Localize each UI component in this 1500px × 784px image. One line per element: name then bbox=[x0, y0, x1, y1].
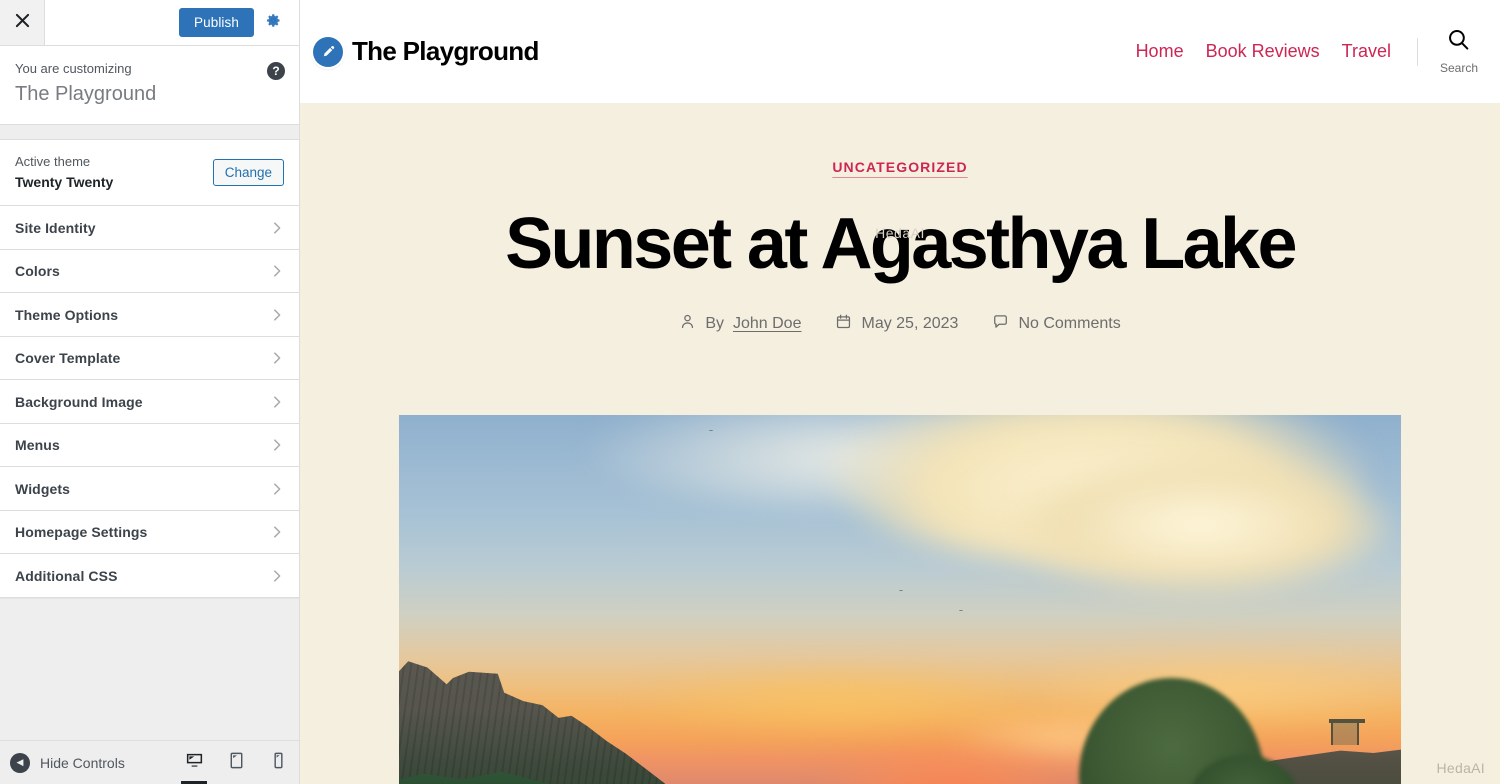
chevron-right-icon bbox=[270, 351, 284, 365]
post-author-link[interactable]: John Doe bbox=[733, 315, 802, 333]
tablet-icon bbox=[227, 751, 246, 775]
search-label: Search bbox=[1439, 61, 1478, 75]
active-theme-label: Active theme bbox=[15, 154, 91, 170]
sidebar-item-cover-template[interactable]: Cover Template bbox=[0, 336, 299, 381]
watermark-bottom: HedaAI bbox=[1436, 760, 1485, 776]
chevron-right-icon bbox=[270, 264, 284, 278]
panel-label: Colors bbox=[15, 263, 60, 280]
post-comments: No Comments bbox=[992, 313, 1121, 335]
cloud-shape bbox=[629, 665, 1049, 735]
chevron-right-icon bbox=[270, 569, 284, 583]
panel-label: Theme Options bbox=[15, 306, 119, 323]
hide-controls-label: Hide Controls bbox=[40, 754, 125, 771]
pencil-logo-icon bbox=[313, 36, 343, 67]
sidebar-item-homepage-settings[interactable]: Homepage Settings bbox=[0, 510, 299, 555]
nav-link-home[interactable]: Home bbox=[1136, 41, 1184, 62]
panel-label: Menus bbox=[15, 437, 60, 454]
close-icon bbox=[15, 13, 30, 33]
chevron-right-icon bbox=[270, 438, 284, 452]
chevron-right-icon bbox=[270, 525, 284, 539]
post-category-link[interactable]: UNCATEGORIZED bbox=[832, 159, 967, 175]
publish-group: Publish bbox=[179, 0, 299, 45]
panel-label: Widgets bbox=[15, 480, 71, 497]
calendar-icon bbox=[835, 313, 852, 335]
comment-icon bbox=[992, 313, 1009, 335]
watermark-top: HedaAI bbox=[875, 225, 925, 241]
chevron-right-icon bbox=[270, 395, 284, 409]
post-date: May 25, 2023 bbox=[835, 313, 958, 335]
customizer-panel-list: Site Identity Colors Theme Options Cover… bbox=[0, 206, 299, 598]
sidebar-item-widgets[interactable]: Widgets bbox=[0, 467, 299, 511]
chevron-right-icon bbox=[270, 482, 284, 496]
nav-divider bbox=[1416, 37, 1418, 66]
post-header: UNCATEGORIZED Sunset at Agasthya Lake By… bbox=[300, 103, 1500, 335]
sidebar-item-background-image[interactable]: Background Image bbox=[0, 380, 299, 424]
person-icon bbox=[679, 313, 696, 335]
mobile-icon bbox=[269, 751, 288, 775]
sidebar-item-site-identity[interactable]: Site Identity bbox=[0, 206, 299, 250]
post-date-text: May 25, 2023 bbox=[861, 314, 959, 332]
sidebar-item-additional-css[interactable]: Additional CSS bbox=[0, 554, 299, 598]
customizing-label: You are customizing bbox=[15, 61, 132, 76]
cloud-shape bbox=[1009, 455, 1389, 595]
page-title: Sunset at Agasthya Lake bbox=[505, 204, 1297, 284]
featured-image bbox=[399, 415, 1401, 784]
cloud-shape bbox=[829, 415, 1369, 565]
primary-navigation: Home Book Reviews Travel Search bbox=[1114, 28, 1478, 75]
customizing-site-title: The Playground bbox=[15, 83, 157, 106]
device-preview-group bbox=[173, 741, 299, 784]
stone-tower bbox=[1329, 719, 1365, 745]
site-preview: The Playground Home Book Reviews Travel … bbox=[300, 0, 1500, 784]
collapse-arrow-icon: ◀ bbox=[10, 752, 30, 773]
post-comments-text: No Comments bbox=[1018, 314, 1121, 332]
site-branding[interactable]: The Playground bbox=[313, 36, 539, 67]
nav-link-travel[interactable]: Travel bbox=[1342, 41, 1391, 62]
site-header: The Playground Home Book Reviews Travel … bbox=[300, 0, 1500, 103]
panel-label: Site Identity bbox=[15, 219, 96, 236]
panel-label: Background Image bbox=[15, 393, 143, 410]
customizer-settings-button[interactable] bbox=[259, 8, 288, 37]
help-icon[interactable]: ? bbox=[267, 62, 285, 80]
chevron-right-icon bbox=[270, 221, 284, 235]
sidebar-item-theme-options[interactable]: Theme Options bbox=[0, 293, 299, 337]
active-theme-name: Twenty Twenty bbox=[15, 174, 114, 191]
cloud-shape bbox=[579, 415, 1059, 505]
sidebar-item-menus[interactable]: Menus bbox=[0, 423, 299, 468]
search-icon bbox=[1446, 28, 1471, 58]
device-tablet-button[interactable] bbox=[215, 741, 257, 784]
gear-icon bbox=[266, 13, 281, 33]
device-mobile-button[interactable] bbox=[257, 741, 299, 784]
customizer-topbar: Publish bbox=[0, 0, 299, 46]
desktop-icon bbox=[185, 751, 204, 775]
sun-glow bbox=[799, 733, 1099, 784]
panel-label: Homepage Settings bbox=[15, 524, 148, 541]
hide-controls-button[interactable]: ◀ Hide Controls bbox=[10, 752, 125, 773]
close-customizer-button[interactable] bbox=[0, 0, 45, 45]
sidebar-empty-area bbox=[0, 597, 299, 740]
search-toggle-button[interactable]: Search bbox=[1440, 28, 1478, 75]
customizer-app: Publish You are customizing The Playgrou… bbox=[0, 0, 1500, 784]
customizer-sidebar: Publish You are customizing The Playgrou… bbox=[0, 0, 300, 784]
rock-cliff-texture bbox=[399, 661, 709, 784]
device-desktop-button[interactable] bbox=[173, 741, 215, 784]
customizer-footer: ◀ Hide Controls bbox=[0, 740, 299, 784]
publish-button[interactable]: Publish bbox=[179, 8, 254, 37]
change-theme-button[interactable]: Change bbox=[212, 159, 284, 187]
post-author: By John Doe bbox=[679, 313, 801, 335]
chevron-right-icon bbox=[270, 308, 284, 322]
post-author-prefix: By bbox=[705, 314, 724, 332]
post-meta: By John Doe May 25, 2023 No Comments bbox=[300, 313, 1500, 335]
sidebar-item-colors[interactable]: Colors bbox=[0, 249, 299, 294]
site-title: The Playground bbox=[352, 36, 539, 66]
panel-label: Cover Template bbox=[15, 350, 121, 367]
panel-label: Additional CSS bbox=[15, 567, 118, 584]
active-theme-row: Active theme Twenty Twenty Change bbox=[0, 139, 299, 207]
customizing-info: You are customizing The Playground ? bbox=[0, 46, 299, 126]
sidebar-spacer bbox=[0, 125, 299, 140]
nav-link-book-reviews[interactable]: Book Reviews bbox=[1206, 41, 1320, 62]
